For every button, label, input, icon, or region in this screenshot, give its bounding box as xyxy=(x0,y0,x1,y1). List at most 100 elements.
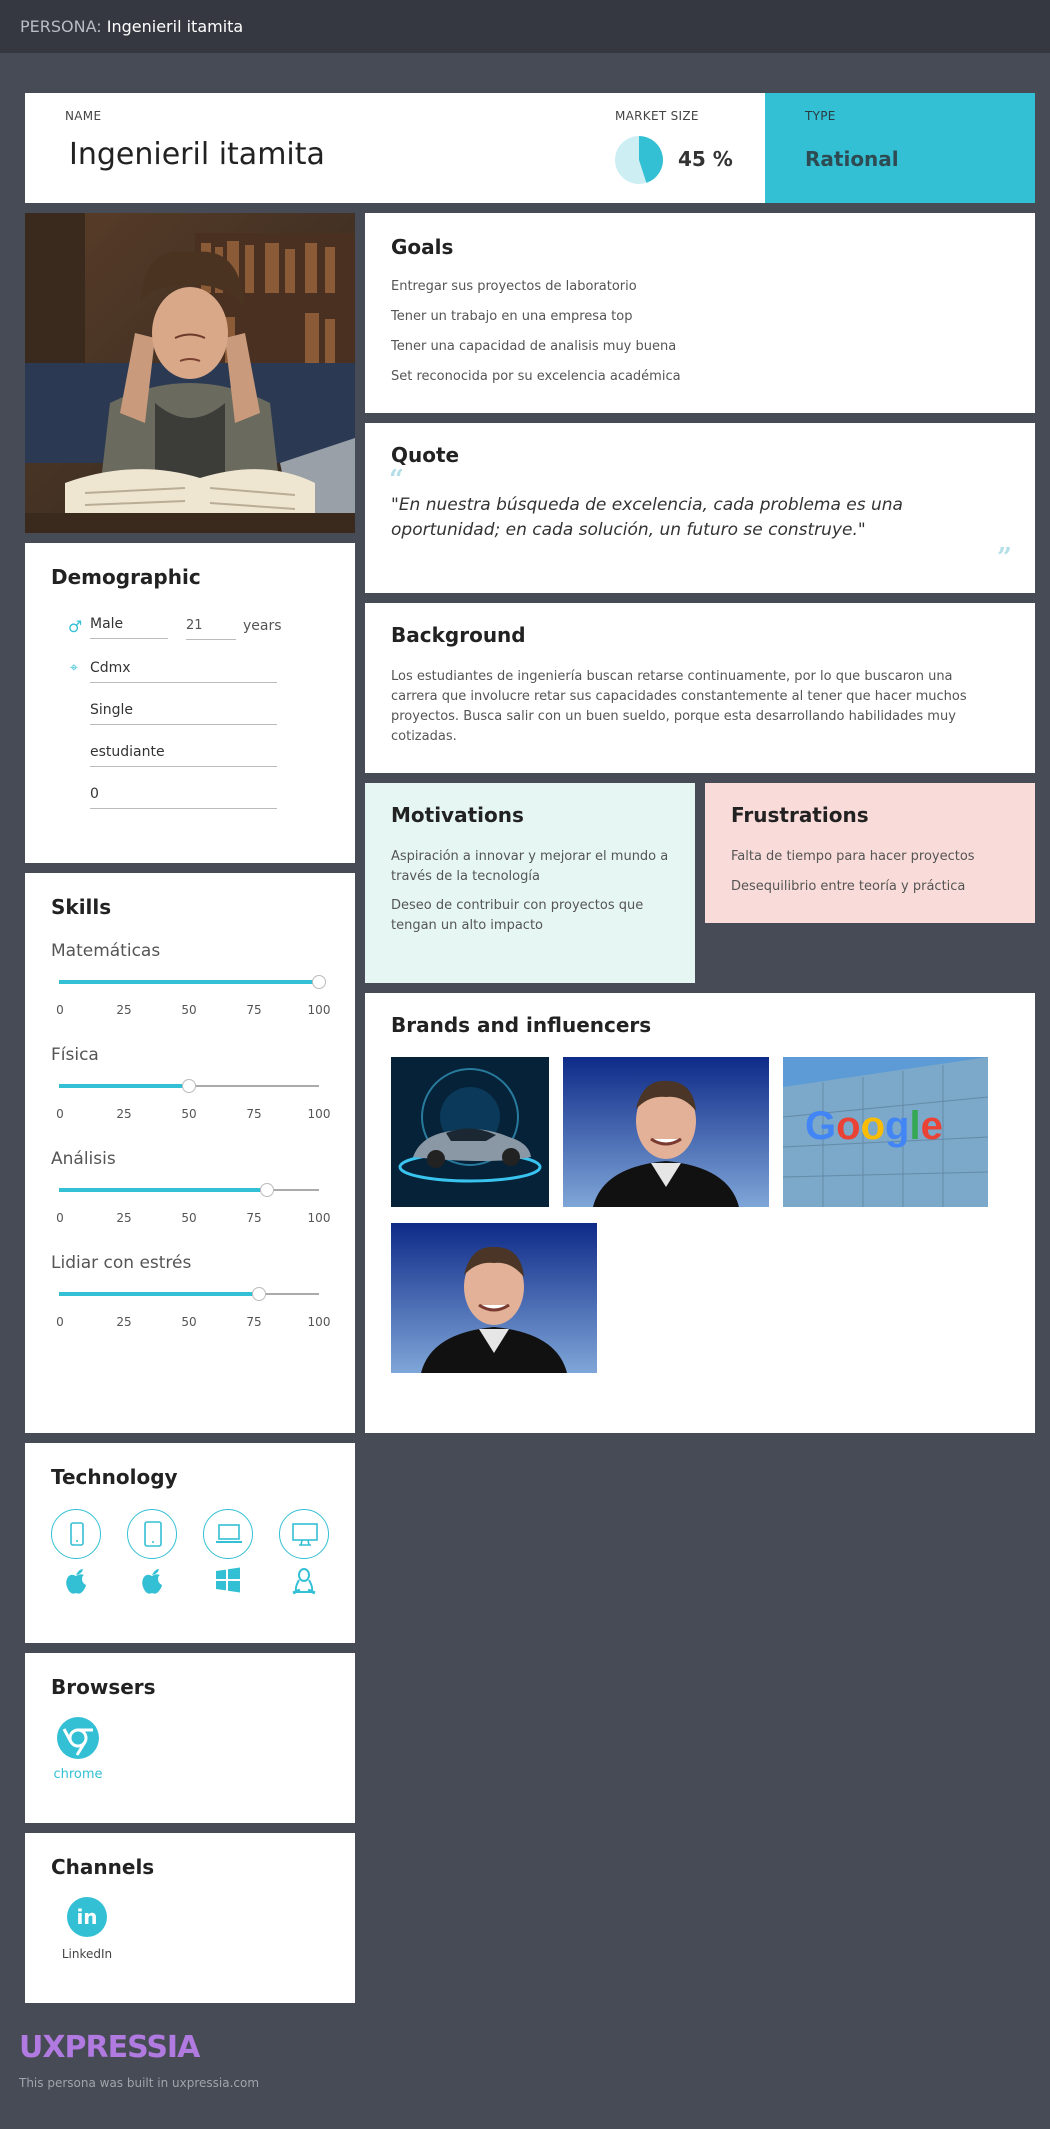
skill-slider-handle[interactable] xyxy=(182,1079,196,1093)
brands-title: Brands and influencers xyxy=(391,1013,652,1037)
frustrations-title: Frustrations xyxy=(731,803,869,827)
skill-slider-fill xyxy=(59,1188,267,1192)
technology-title: Technology xyxy=(51,1465,178,1489)
laptop-icon[interactable] xyxy=(203,1509,253,1559)
motivation-item[interactable]: Deseo de contribuir con proyectos que te… xyxy=(391,896,681,936)
linkedin-icon[interactable]: in xyxy=(67,1897,107,1937)
motivations-title: Motivations xyxy=(391,803,524,827)
browsers-card: Browsers chrome xyxy=(25,1653,355,1823)
open-quote-icon: “ xyxy=(389,465,404,495)
occupation-field[interactable]: estudiante xyxy=(90,744,277,767)
skill-scale-tick: 75 xyxy=(246,1003,262,1017)
technology-card: Technology xyxy=(25,1443,355,1643)
type-panel[interactable]: TYPE Rational xyxy=(765,93,1035,203)
skill-slider[interactable] xyxy=(59,975,326,989)
status-field[interactable]: Single xyxy=(90,702,277,725)
top-bar: PERSONA: Ingenieril itamita xyxy=(0,0,1050,53)
name-label: NAME xyxy=(65,109,102,123)
goal-item[interactable]: Set reconocida por su excelencia académi… xyxy=(391,369,681,384)
skills-card: Skills Matemáticas 0 25 50 75 100 Física 0 25 50 7… xyxy=(25,873,355,1433)
market-size-pie xyxy=(615,136,664,184)
background-title: Background xyxy=(391,623,526,647)
demographic-card: Demographic ♂ Male 21 years ⌖ Cdmx Singl… xyxy=(25,543,355,863)
location-pin-icon: ⌖ xyxy=(70,660,78,676)
brand-image-car[interactable] xyxy=(391,1057,549,1207)
goal-item[interactable]: Tener un trabajo en una empresa top xyxy=(391,309,632,324)
skill-slider[interactable] xyxy=(59,1287,319,1301)
skill-name: Física xyxy=(51,1045,99,1065)
persona-name[interactable]: Ingenieril itamita xyxy=(69,137,325,172)
persona-prefix: PERSONA: xyxy=(20,17,102,36)
goals-title: Goals xyxy=(391,235,454,259)
goals-card: Goals Entregar sus proyectos de laborato… xyxy=(365,213,1035,413)
persona-photo[interactable] xyxy=(25,213,355,533)
google-logo-text: Google xyxy=(805,1104,943,1148)
desktop-icon[interactable] xyxy=(279,1509,329,1559)
chrome-label: chrome xyxy=(53,1767,103,1782)
skill-scale-tick: 100 xyxy=(307,1315,331,1329)
brand-image-google[interactable]: Google xyxy=(783,1057,988,1207)
quote-card: Quote “ "En nuestra búsqueda de excelenc… xyxy=(365,423,1035,593)
skill-scale-tick: 50 xyxy=(181,1107,197,1121)
skill-scale-tick: 50 xyxy=(181,1211,197,1225)
motivation-item[interactable]: Aspiración a innovar y mejorar el mundo … xyxy=(391,847,681,887)
quote-title: Quote xyxy=(391,443,460,467)
skill-scale-tick: 100 xyxy=(307,1211,331,1225)
goal-item[interactable]: Entregar sus proyectos de laboratorio xyxy=(391,279,637,294)
frustrations-card: Frustrations Falta de tiempo para hacer … xyxy=(705,783,1035,923)
skill-slider-handle[interactable] xyxy=(252,1287,267,1301)
brand-image-influencer[interactable] xyxy=(391,1223,597,1373)
skill-slider[interactable] xyxy=(59,1183,319,1197)
skill-slider[interactable] xyxy=(59,1079,319,1093)
skill-scale-tick: 0 xyxy=(56,1003,64,1017)
frustration-item[interactable]: Desequilibrio entre teoría y práctica xyxy=(731,877,1021,897)
gender-field[interactable]: Male xyxy=(90,616,168,639)
footer-credit[interactable]: This persona was built in uxpressia.com xyxy=(19,2076,259,2090)
type-value: Rational xyxy=(805,147,899,171)
chrome-icon[interactable] xyxy=(57,1717,99,1759)
skill-slider-fill xyxy=(59,1084,189,1088)
channels-title: Channels xyxy=(51,1855,155,1879)
skill-scale-tick: 100 xyxy=(307,1003,331,1017)
skill-scale-tick: 75 xyxy=(246,1107,262,1121)
uxpressia-logo[interactable]: UXPRESSIA xyxy=(19,2030,200,2065)
skill-scale-tick: 25 xyxy=(116,1003,132,1017)
skill-slider-handle[interactable] xyxy=(312,975,326,989)
skill-name: Análisis xyxy=(51,1149,116,1169)
background-card: Background Los estudiantes de ingeniería… xyxy=(365,603,1035,773)
demographic-title: Demographic xyxy=(51,565,201,589)
apple-icon xyxy=(51,1567,101,1599)
skill-scale-tick: 0 xyxy=(56,1211,64,1225)
skill-name: Matemáticas xyxy=(51,941,161,961)
market-size-value[interactable]: 45 % xyxy=(678,147,733,171)
skill-scale-tick: 50 xyxy=(181,1003,197,1017)
tablet-icon[interactable] xyxy=(127,1509,177,1559)
location-field[interactable]: Cdmx xyxy=(90,660,277,683)
skill-scale-tick: 75 xyxy=(246,1315,262,1329)
persona-header: NAME Ingenieril itamita MARKET SIZE 45 %… xyxy=(25,93,1035,203)
skill-scale-tick: 0 xyxy=(56,1107,64,1121)
children-field[interactable]: 0 xyxy=(90,786,277,809)
skill-scale-tick: 75 xyxy=(246,1211,262,1225)
brand-image-influencer[interactable] xyxy=(563,1057,769,1207)
brands-card: Brands and influencers Google xyxy=(365,993,1035,1433)
persona-photo-image xyxy=(25,213,355,533)
apple-icon xyxy=(127,1567,177,1599)
motivations-card: Motivations Aspiración a innovar y mejor… xyxy=(365,783,695,983)
frustration-item[interactable]: Falta de tiempo para hacer proyectos xyxy=(731,847,1021,867)
skill-scale-tick: 0 xyxy=(56,1315,64,1329)
background-text[interactable]: Los estudiantes de ingeniería buscan ret… xyxy=(391,667,1001,747)
type-label: TYPE xyxy=(805,109,836,123)
channels-card: Channels in LinkedIn xyxy=(25,1833,355,2003)
skill-scale-tick: 50 xyxy=(181,1315,197,1329)
quote-text[interactable]: "En nuestra búsqueda de excelencia, cada… xyxy=(391,493,1001,543)
skill-slider-fill xyxy=(59,980,319,984)
browsers-title: Browsers xyxy=(51,1675,156,1699)
goal-item[interactable]: Tener una capacidad de analisis muy buen… xyxy=(391,339,676,354)
age-field[interactable]: 21 xyxy=(186,618,236,640)
age-unit: years xyxy=(243,618,282,634)
smartphone-icon[interactable] xyxy=(51,1509,101,1559)
skill-name: Lidiar con estrés xyxy=(51,1253,192,1273)
skill-slider-handle[interactable] xyxy=(260,1183,274,1197)
skill-scale-tick: 25 xyxy=(116,1315,132,1329)
